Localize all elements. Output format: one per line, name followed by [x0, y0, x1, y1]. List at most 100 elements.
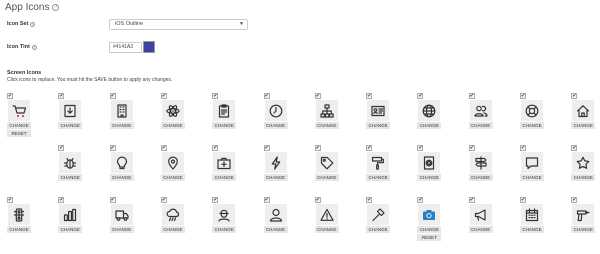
at-sign-icon-tile[interactable] — [418, 152, 441, 173]
camera-icon-tile[interactable] — [418, 204, 441, 225]
enable-checkbox[interactable]: ✔ — [314, 145, 321, 151]
bar-chart-icon-tile[interactable] — [59, 204, 82, 225]
change-button[interactable]: CHANGE — [160, 174, 185, 181]
change-button[interactable]: CHANGE — [212, 174, 237, 181]
reset-button[interactable]: RESET — [7, 130, 31, 137]
icon-tint-swatch[interactable] — [143, 41, 155, 53]
change-button[interactable]: CHANGE — [7, 122, 31, 129]
enable-checkbox[interactable]: ✔ — [109, 145, 116, 151]
enable-checkbox[interactable]: ✔ — [212, 93, 219, 99]
enable-checkbox[interactable]: ✔ — [571, 93, 578, 99]
change-button[interactable]: CHANGE — [314, 174, 339, 181]
enable-checkbox[interactable]: ✔ — [366, 145, 373, 151]
enable-checkbox[interactable]: ✔ — [468, 93, 475, 99]
paint-roller-icon-tile[interactable] — [367, 152, 390, 173]
enable-checkbox[interactable]: ✔ — [417, 93, 424, 99]
change-button[interactable]: CHANGE — [160, 122, 185, 129]
enable-checkbox[interactable]: ✔ — [417, 145, 424, 151]
change-button[interactable]: CHANGE — [263, 226, 288, 233]
change-button[interactable]: CHANGE — [58, 122, 83, 129]
help-icon[interactable]: ? — [30, 21, 36, 27]
help-icon[interactable]: ? — [52, 4, 60, 11]
clock-icon-tile[interactable] — [264, 100, 287, 121]
enable-checkbox[interactable]: ✔ — [263, 145, 270, 151]
change-button[interactable]: CHANGE — [314, 226, 339, 233]
enable-checkbox[interactable]: ✔ — [58, 145, 65, 151]
enable-checkbox[interactable]: ✔ — [468, 145, 475, 151]
change-button[interactable]: CHANGE — [571, 122, 596, 129]
hammer-icon-tile[interactable] — [367, 204, 390, 225]
enable-checkbox[interactable]: ✔ — [366, 197, 373, 203]
change-button[interactable]: CHANGE — [366, 174, 391, 181]
drill-icon-tile[interactable] — [572, 204, 595, 225]
enable-checkbox[interactable]: ✔ — [366, 93, 373, 99]
enable-checkbox[interactable]: ✔ — [58, 93, 65, 99]
atom-icon-tile[interactable] — [161, 100, 184, 121]
change-button[interactable]: CHANGE — [212, 226, 237, 233]
change-button[interactable]: CHANGE — [417, 122, 442, 129]
lightbulb-icon-tile[interactable] — [110, 152, 133, 173]
enable-checkbox[interactable]: ✔ — [520, 93, 526, 99]
star-icon-tile[interactable] — [572, 152, 595, 173]
reset-button[interactable]: RESET — [417, 234, 442, 241]
change-button[interactable]: CHANGE — [520, 122, 544, 129]
change-button[interactable]: CHANGE — [109, 226, 134, 233]
enable-checkbox[interactable]: ✔ — [212, 145, 219, 151]
change-button[interactable]: CHANGE — [571, 174, 596, 181]
change-button[interactable]: CHANGE — [263, 122, 288, 129]
contact-card-icon-tile[interactable] — [367, 100, 390, 121]
change-button[interactable]: CHANGE — [314, 122, 339, 129]
tag-icon-tile[interactable] — [315, 152, 338, 173]
change-button[interactable]: CHANGE — [468, 226, 493, 233]
change-button[interactable]: CHANGE — [160, 226, 185, 233]
lightning-icon-tile[interactable] — [264, 152, 287, 173]
icon-set-select[interactable]: iOS Outline ▼ — [109, 19, 248, 30]
enable-checkbox[interactable]: ✔ — [263, 93, 270, 99]
change-button[interactable]: CHANGE — [468, 122, 493, 129]
enable-checkbox[interactable]: ✔ — [160, 197, 167, 203]
change-button[interactable]: CHANGE — [263, 174, 288, 181]
change-button[interactable]: CHANGE — [520, 226, 544, 233]
download-icon-tile[interactable] — [59, 100, 82, 121]
enable-checkbox[interactable]: ✔ — [571, 197, 578, 203]
change-button[interactable]: CHANGE — [417, 174, 442, 181]
chat-bubble-icon-tile[interactable] — [521, 152, 543, 173]
signpost-icon-tile[interactable] — [469, 152, 492, 173]
org-chart-icon-tile[interactable] — [315, 100, 338, 121]
shopping-cart-icon-tile[interactable] — [8, 100, 30, 121]
person-icon-tile[interactable] — [264, 204, 287, 225]
clipboard-icon-tile[interactable] — [213, 100, 236, 121]
enable-checkbox[interactable]: ✔ — [520, 145, 526, 151]
enable-checkbox[interactable]: ✔ — [58, 197, 65, 203]
building-icon-tile[interactable] — [110, 100, 133, 121]
change-button[interactable]: CHANGE — [571, 226, 596, 233]
home-icon-tile[interactable] — [572, 100, 595, 121]
megaphone-icon-tile[interactable] — [469, 204, 492, 225]
change-button[interactable]: CHANGE — [109, 122, 134, 129]
traffic-light-icon-tile[interactable] — [8, 204, 30, 225]
calendar-icon-tile[interactable] — [521, 204, 543, 225]
rain-cloud-icon-tile[interactable] — [161, 204, 184, 225]
change-button[interactable]: CHANGE — [366, 122, 391, 129]
enable-checkbox[interactable]: ✔ — [160, 145, 167, 151]
enable-checkbox[interactable]: ✔ — [160, 93, 167, 99]
users-icon-tile[interactable] — [469, 100, 492, 121]
enable-checkbox[interactable]: ✔ — [109, 93, 116, 99]
globe-icon-tile[interactable] — [418, 100, 441, 121]
change-button[interactable]: CHANGE — [417, 226, 442, 233]
change-button[interactable]: CHANGE — [58, 174, 83, 181]
change-button[interactable]: CHANGE — [58, 226, 83, 233]
enable-checkbox[interactable]: ✔ — [109, 197, 116, 203]
enable-checkbox[interactable]: ✔ — [314, 93, 321, 99]
first-aid-kit-icon-tile[interactable] — [213, 152, 236, 173]
truck-icon-tile[interactable] — [110, 204, 133, 225]
enable-checkbox[interactable]: ✔ — [263, 197, 270, 203]
enable-checkbox[interactable]: ✔ — [417, 197, 424, 203]
change-button[interactable]: CHANGE — [366, 226, 391, 233]
map-pin-icon-tile[interactable] — [161, 152, 184, 173]
enable-checkbox[interactable]: ✔ — [212, 197, 219, 203]
enable-checkbox[interactable]: ✔ — [520, 197, 526, 203]
help-icon[interactable]: ? — [31, 44, 37, 50]
icon-tint-input[interactable]: #4141A3 — [109, 42, 142, 53]
enable-checkbox[interactable]: ✔ — [7, 93, 13, 99]
